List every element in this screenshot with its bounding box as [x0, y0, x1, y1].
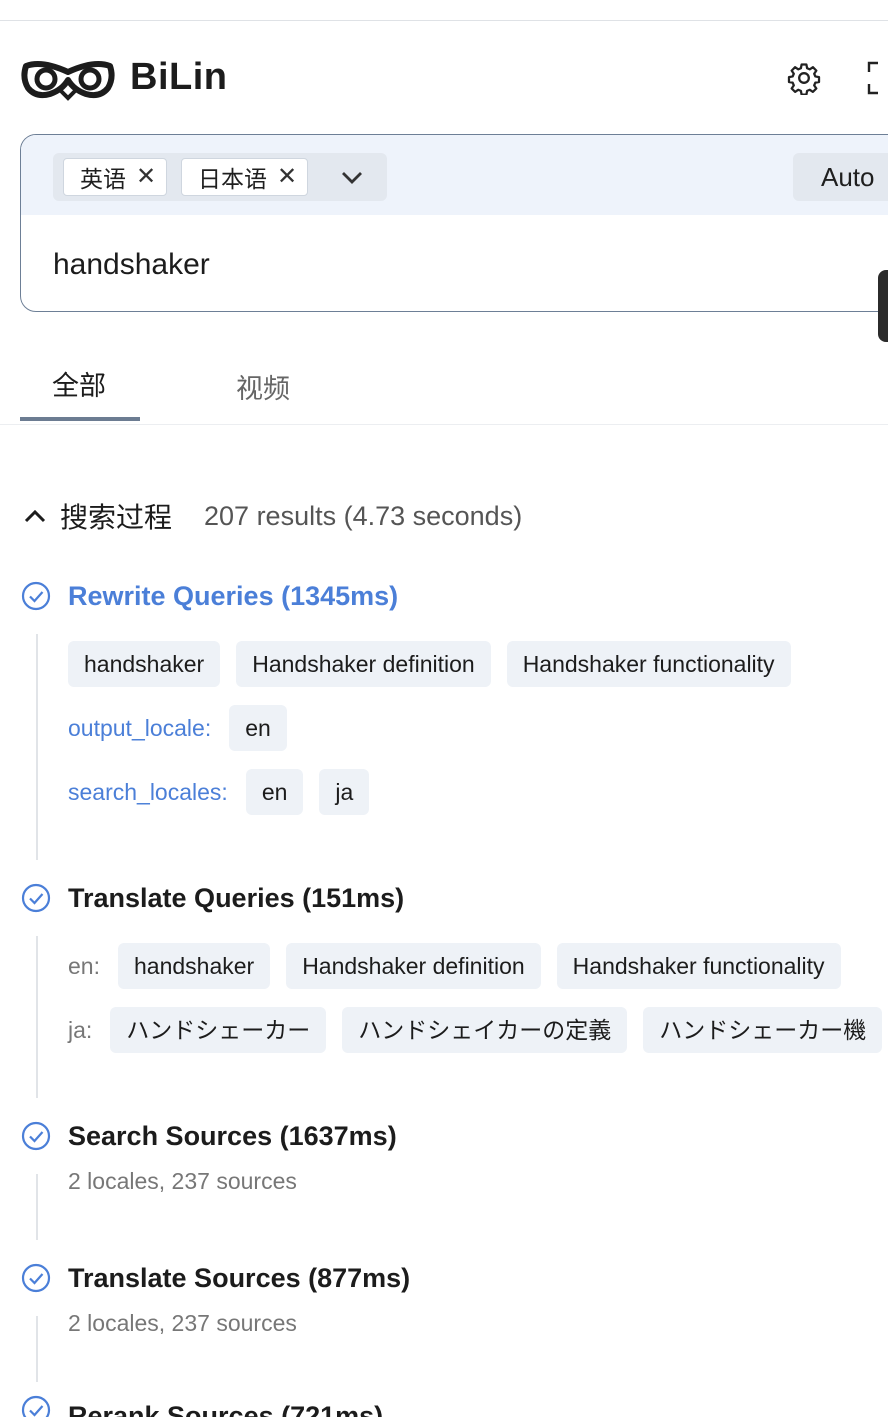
- step-translate-queries: Translate Queries (151ms) en: handshaker…: [20, 882, 888, 1098]
- query-tag: ハンドシェイカーの定義: [342, 1007, 628, 1053]
- output-locale-label: output_locale:: [68, 714, 212, 741]
- top-divider: [0, 20, 888, 21]
- search-process-toggle[interactable]: 搜索过程 207 results (4.73 seconds): [20, 496, 522, 536]
- language-chip-label: 英语: [80, 166, 126, 192]
- bilin-logo-icon: [21, 61, 115, 101]
- mode-button[interactable]: Auto: [793, 153, 888, 201]
- step-rewrite-queries: Rewrite Queries (1345ms) handshaker Hand…: [20, 580, 888, 860]
- tab-all[interactable]: 全部: [52, 364, 106, 403]
- search-input[interactable]: [53, 243, 833, 287]
- search-process-stats: 207 results (4.73 seconds): [204, 500, 523, 531]
- query-tag: Handshaker functionality: [556, 943, 841, 989]
- fullscreen-icon[interactable]: [866, 60, 888, 96]
- query-tag: handshaker: [68, 641, 221, 687]
- result-tabs: 全部 视频: [0, 340, 888, 425]
- step-title[interactable]: Translate Sources (877ms): [68, 1263, 410, 1294]
- step-title[interactable]: Translate Queries (151ms): [68, 883, 404, 914]
- step-title[interactable]: Rewrite Queries (1345ms): [68, 581, 398, 612]
- chevron-down-icon[interactable]: [337, 163, 367, 191]
- search-locales-row: search_locales: en ja: [68, 769, 370, 815]
- locale-tag: en: [229, 705, 287, 751]
- check-circle-icon: [21, 1121, 51, 1151]
- step-subtitle: 2 locales, 237 sources: [68, 1310, 297, 1336]
- locale-tag: en: [245, 769, 304, 815]
- locale-label-en: en:: [68, 952, 100, 979]
- gear-icon: [787, 63, 821, 95]
- locale-tag: ja: [319, 769, 370, 815]
- search-toolbar: 英语 ✕ 日本语 ✕ Auto: [21, 135, 888, 215]
- step-translate-sources: Translate Sources (877ms) 2 locales, 237…: [20, 1262, 888, 1382]
- output-locale-row: output_locale: en: [68, 705, 287, 751]
- query-tag: ハンドシェーカー: [110, 1007, 327, 1053]
- step-connector: [36, 1316, 38, 1382]
- translated-ja-row: ja: ハンドシェーカー ハンドシェイカーの定義 ハンドシェーカー機: [68, 1007, 883, 1053]
- query-tag: Handshaker definition: [236, 641, 491, 687]
- check-circle-icon: [21, 581, 51, 611]
- locale-label-ja: ja:: [68, 1016, 93, 1043]
- query-tag: Handshaker definition: [286, 943, 541, 989]
- step-connector: [36, 936, 38, 1098]
- search-locales-label: search_locales:: [68, 778, 228, 805]
- search-box: 英语 ✕ 日本语 ✕ Auto: [20, 134, 888, 312]
- chevron-up-icon: [24, 509, 46, 523]
- tab-video[interactable]: 视频: [236, 367, 290, 406]
- step-subtitle: 2 locales, 237 sources: [68, 1168, 297, 1194]
- query-tag: ハンドシェーカー機: [643, 1007, 883, 1053]
- settings-button[interactable]: [786, 60, 822, 96]
- step-connector: [36, 634, 38, 860]
- language-chip-english: 英语 ✕: [63, 158, 168, 196]
- app-page: BiLin 英语 ✕ 日本语 ✕ Auto handshaker 全部 视频 搜…: [0, 0, 888, 1417]
- step-title[interactable]: Rerank Sources (721ms): [68, 1401, 383, 1417]
- translated-en-row: en: handshaker Handshaker definition Han…: [68, 943, 841, 989]
- rewritten-queries-row: handshaker Handshaker definition Handsha…: [68, 641, 791, 687]
- language-chip-label: 日本语: [198, 166, 267, 192]
- side-panel-handle[interactable]: [878, 270, 888, 342]
- step-connector: [36, 1174, 38, 1240]
- language-chip-japanese: 日本语 ✕: [181, 158, 309, 196]
- remove-language-icon[interactable]: ✕: [277, 165, 297, 189]
- step-title[interactable]: Search Sources (1637ms): [68, 1121, 397, 1152]
- step-rerank-sources: Rerank Sources (721ms): [20, 1394, 888, 1417]
- query-tag: Handshaker functionality: [506, 641, 791, 687]
- remove-language-icon[interactable]: ✕: [136, 165, 156, 189]
- active-tab-indicator: [20, 417, 140, 421]
- check-circle-icon: [21, 1395, 51, 1417]
- search-process-title: 搜索过程: [60, 502, 173, 533]
- app-title: BiLin: [130, 56, 228, 98]
- check-circle-icon: [21, 1263, 51, 1293]
- language-selector[interactable]: 英语 ✕ 日本语 ✕: [53, 153, 387, 201]
- app-header: BiLin: [20, 48, 888, 108]
- check-circle-icon: [21, 883, 51, 913]
- step-search-sources: Search Sources (1637ms) 2 locales, 237 s…: [20, 1120, 888, 1240]
- query-tag: handshaker: [117, 943, 271, 989]
